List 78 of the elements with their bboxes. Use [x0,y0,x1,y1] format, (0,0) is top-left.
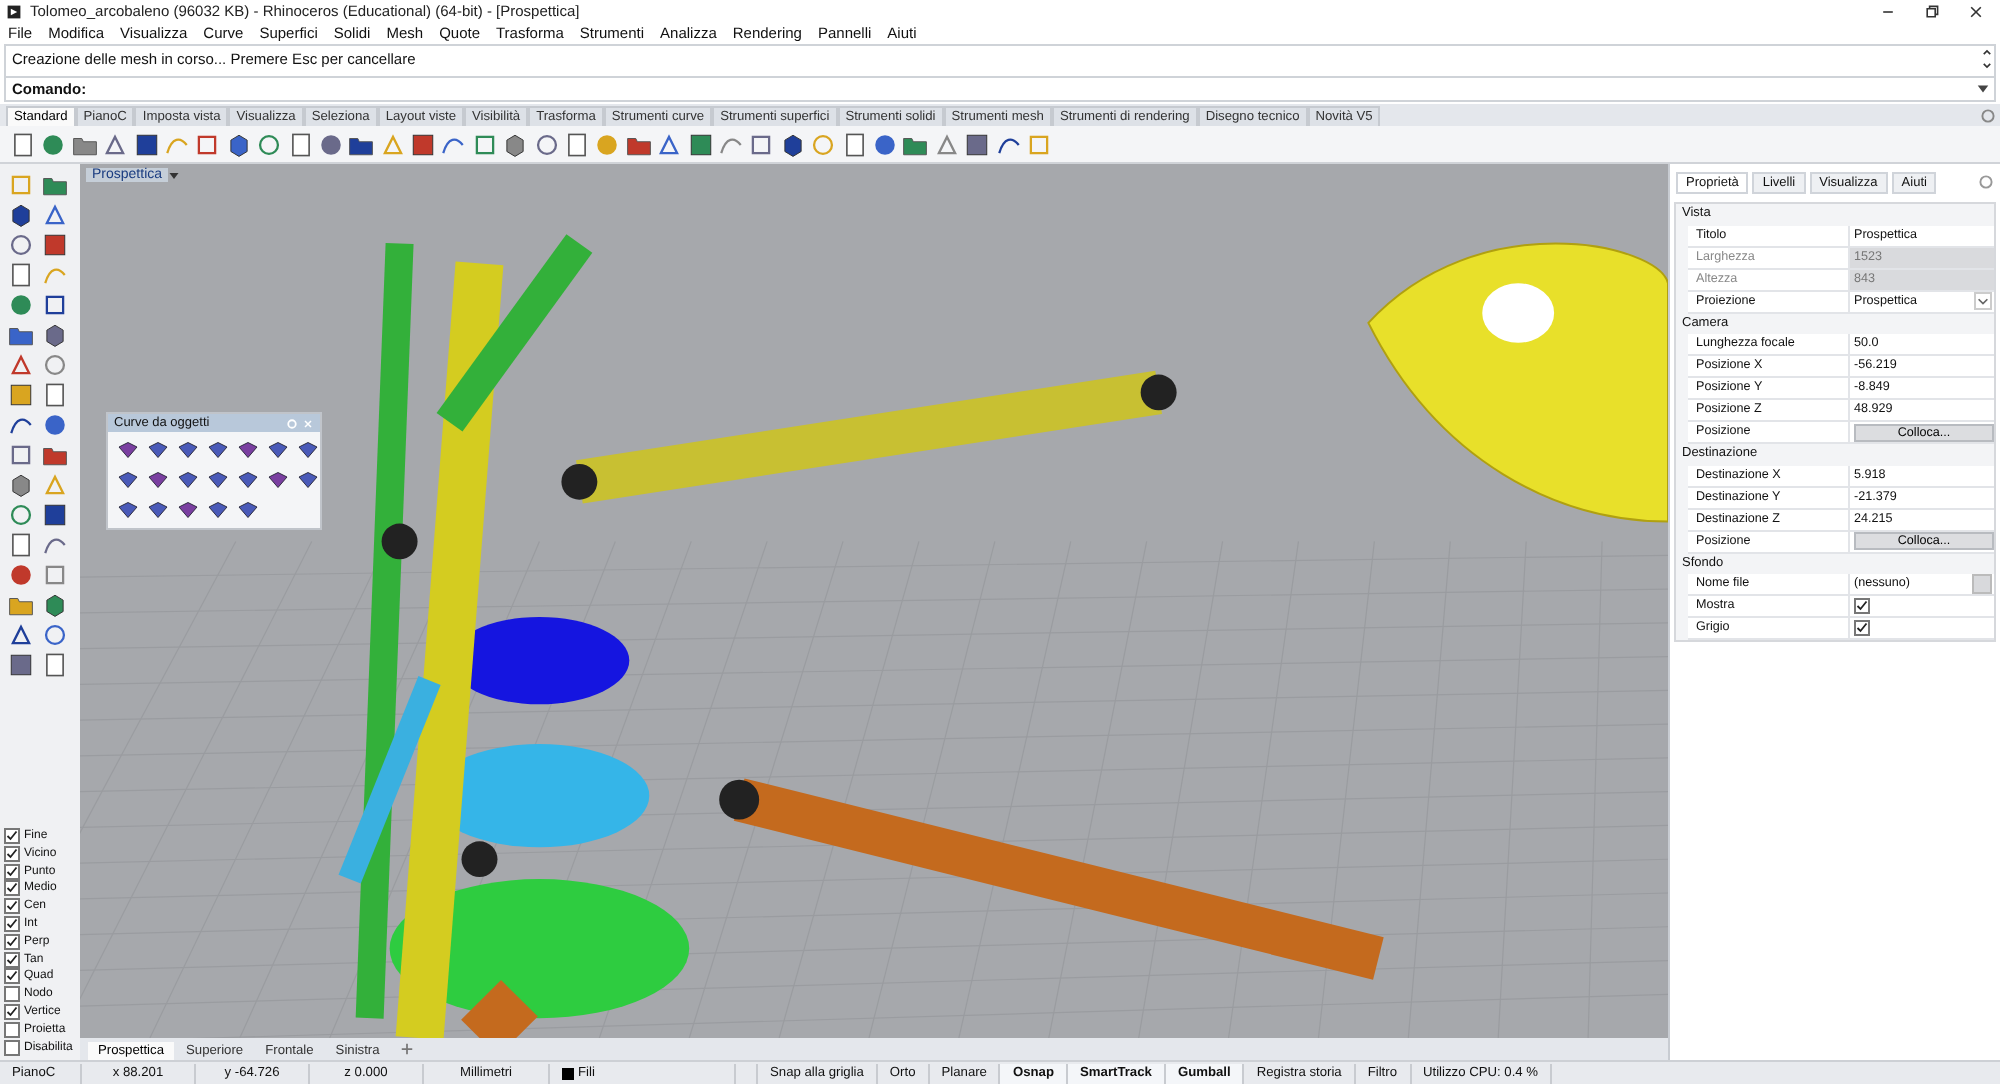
surface-icon[interactable] [176,468,200,492]
triangle-icon[interactable] [8,622,34,648]
checkbox[interactable] [4,863,20,880]
checkbox[interactable] [4,986,20,1003]
surface-icon[interactable] [146,498,170,522]
checkbox[interactable] [4,828,20,845]
surface-icon[interactable] [146,438,170,462]
page-icon[interactable] [8,532,34,558]
sphere-icon[interactable] [8,292,34,318]
surface-icon[interactable] [236,498,260,522]
checkbox[interactable] [4,1004,20,1020]
restore-icon[interactable] [1924,3,1940,19]
triangle-icon[interactable] [42,202,68,228]
page-icon[interactable] [42,382,68,408]
surface-icon[interactable] [266,438,290,462]
folder-icon[interactable] [42,172,68,198]
add-icon[interactable] [399,1042,414,1056]
page-icon[interactable] [564,131,591,157]
checkbox[interactable] [4,880,20,897]
surface-icon[interactable] [296,468,320,492]
checkbox[interactable] [4,968,20,985]
sphere-icon[interactable] [40,131,67,157]
circle-icon[interactable] [533,131,560,157]
checkbox[interactable] [4,933,20,950]
triangle-icon[interactable] [8,352,34,378]
circle-icon[interactable] [256,131,283,157]
triangle-icon[interactable] [102,131,129,157]
dropdown-icon[interactable] [1976,82,1990,96]
page-icon[interactable] [8,262,34,288]
surface-icon[interactable] [146,468,170,492]
gear-icon[interactable] [1980,107,1996,123]
circle-icon[interactable] [42,622,68,648]
circle-icon[interactable] [42,352,68,378]
sphere-icon[interactable] [871,131,898,157]
checkbox[interactable] [4,916,20,933]
page-icon[interactable] [287,131,314,157]
folder-icon[interactable] [8,592,34,618]
dropdown-icon[interactable] [1974,292,1992,310]
surface-icon[interactable] [236,438,260,462]
square-icon[interactable] [471,131,498,157]
scroll-arrows-icon[interactable] [1980,46,1994,72]
checkbox[interactable] [4,1039,20,1056]
circle-icon[interactable] [8,232,34,258]
surface-icon[interactable] [116,468,140,492]
surface-icon[interactable] [266,468,290,492]
page-icon[interactable] [42,652,68,678]
page-icon[interactable] [10,131,36,157]
checkbox[interactable] [4,1021,20,1038]
page-icon[interactable] [841,131,868,157]
sphere-icon[interactable] [8,562,34,588]
surface-icon[interactable] [116,438,140,462]
checkbox[interactable] [4,898,20,915]
folder-icon[interactable] [42,442,68,468]
triangle-icon[interactable] [656,131,683,157]
checkbox[interactable] [1854,598,1870,614]
square-icon[interactable] [748,131,775,157]
sphere-icon[interactable] [317,131,344,157]
checkbox[interactable] [4,845,20,862]
surface-icon[interactable] [176,438,200,462]
surface-icon[interactable] [176,498,200,522]
surface-icon[interactable] [206,438,230,462]
checkbox[interactable] [4,951,20,968]
surface-icon[interactable] [296,438,320,462]
circle-icon[interactable] [8,502,34,528]
caret-icon[interactable] [168,170,180,182]
sphere-icon[interactable] [42,412,68,438]
surface-icon[interactable] [236,468,260,492]
square-icon[interactable] [194,131,221,157]
checkbox[interactable] [1854,620,1870,636]
square-icon[interactable] [42,292,68,318]
square-icon[interactable] [8,442,34,468]
layer-swatch[interactable] [562,1067,574,1079]
surface-icon[interactable] [206,468,230,492]
gear-icon[interactable] [1978,174,1994,190]
close-icon[interactable] [1968,3,1984,19]
surface-icon[interactable] [206,498,230,522]
surface-icon[interactable] [116,498,140,522]
folder-icon[interactable] [8,322,34,348]
